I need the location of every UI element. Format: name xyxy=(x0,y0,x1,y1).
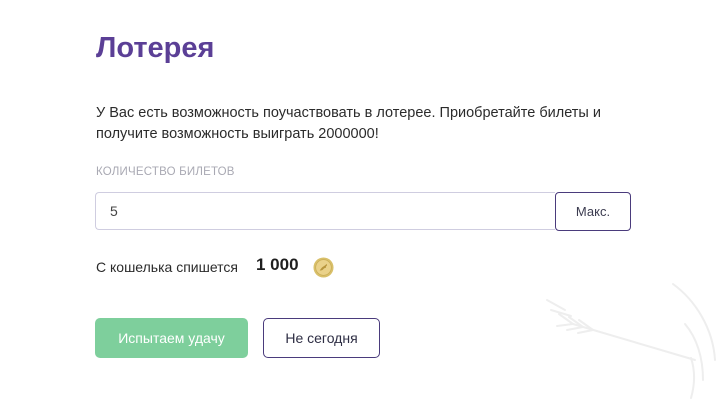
charge-amount: 1 000 xyxy=(256,255,299,274)
page-title: Лотерея xyxy=(96,32,215,64)
lottery-page: Лотерея У Вас есть возможность поучаство… xyxy=(0,0,717,412)
not-today-button[interactable]: Не сегодня xyxy=(263,318,380,358)
coin-icon xyxy=(313,257,334,278)
try-luck-button[interactable]: Испытаем удачу xyxy=(95,318,248,358)
dart-target-icon xyxy=(546,283,716,399)
tickets-quantity-input[interactable] xyxy=(95,192,555,230)
max-button[interactable]: Макс. xyxy=(555,192,631,231)
lottery-description: У Вас есть возможность поучаствовать в л… xyxy=(96,105,601,142)
wallet-charge-label: С кошелька спишется xyxy=(96,259,238,275)
tickets-quantity-label: КОЛИЧЕСТВО БИЛЕТОВ xyxy=(96,166,235,178)
